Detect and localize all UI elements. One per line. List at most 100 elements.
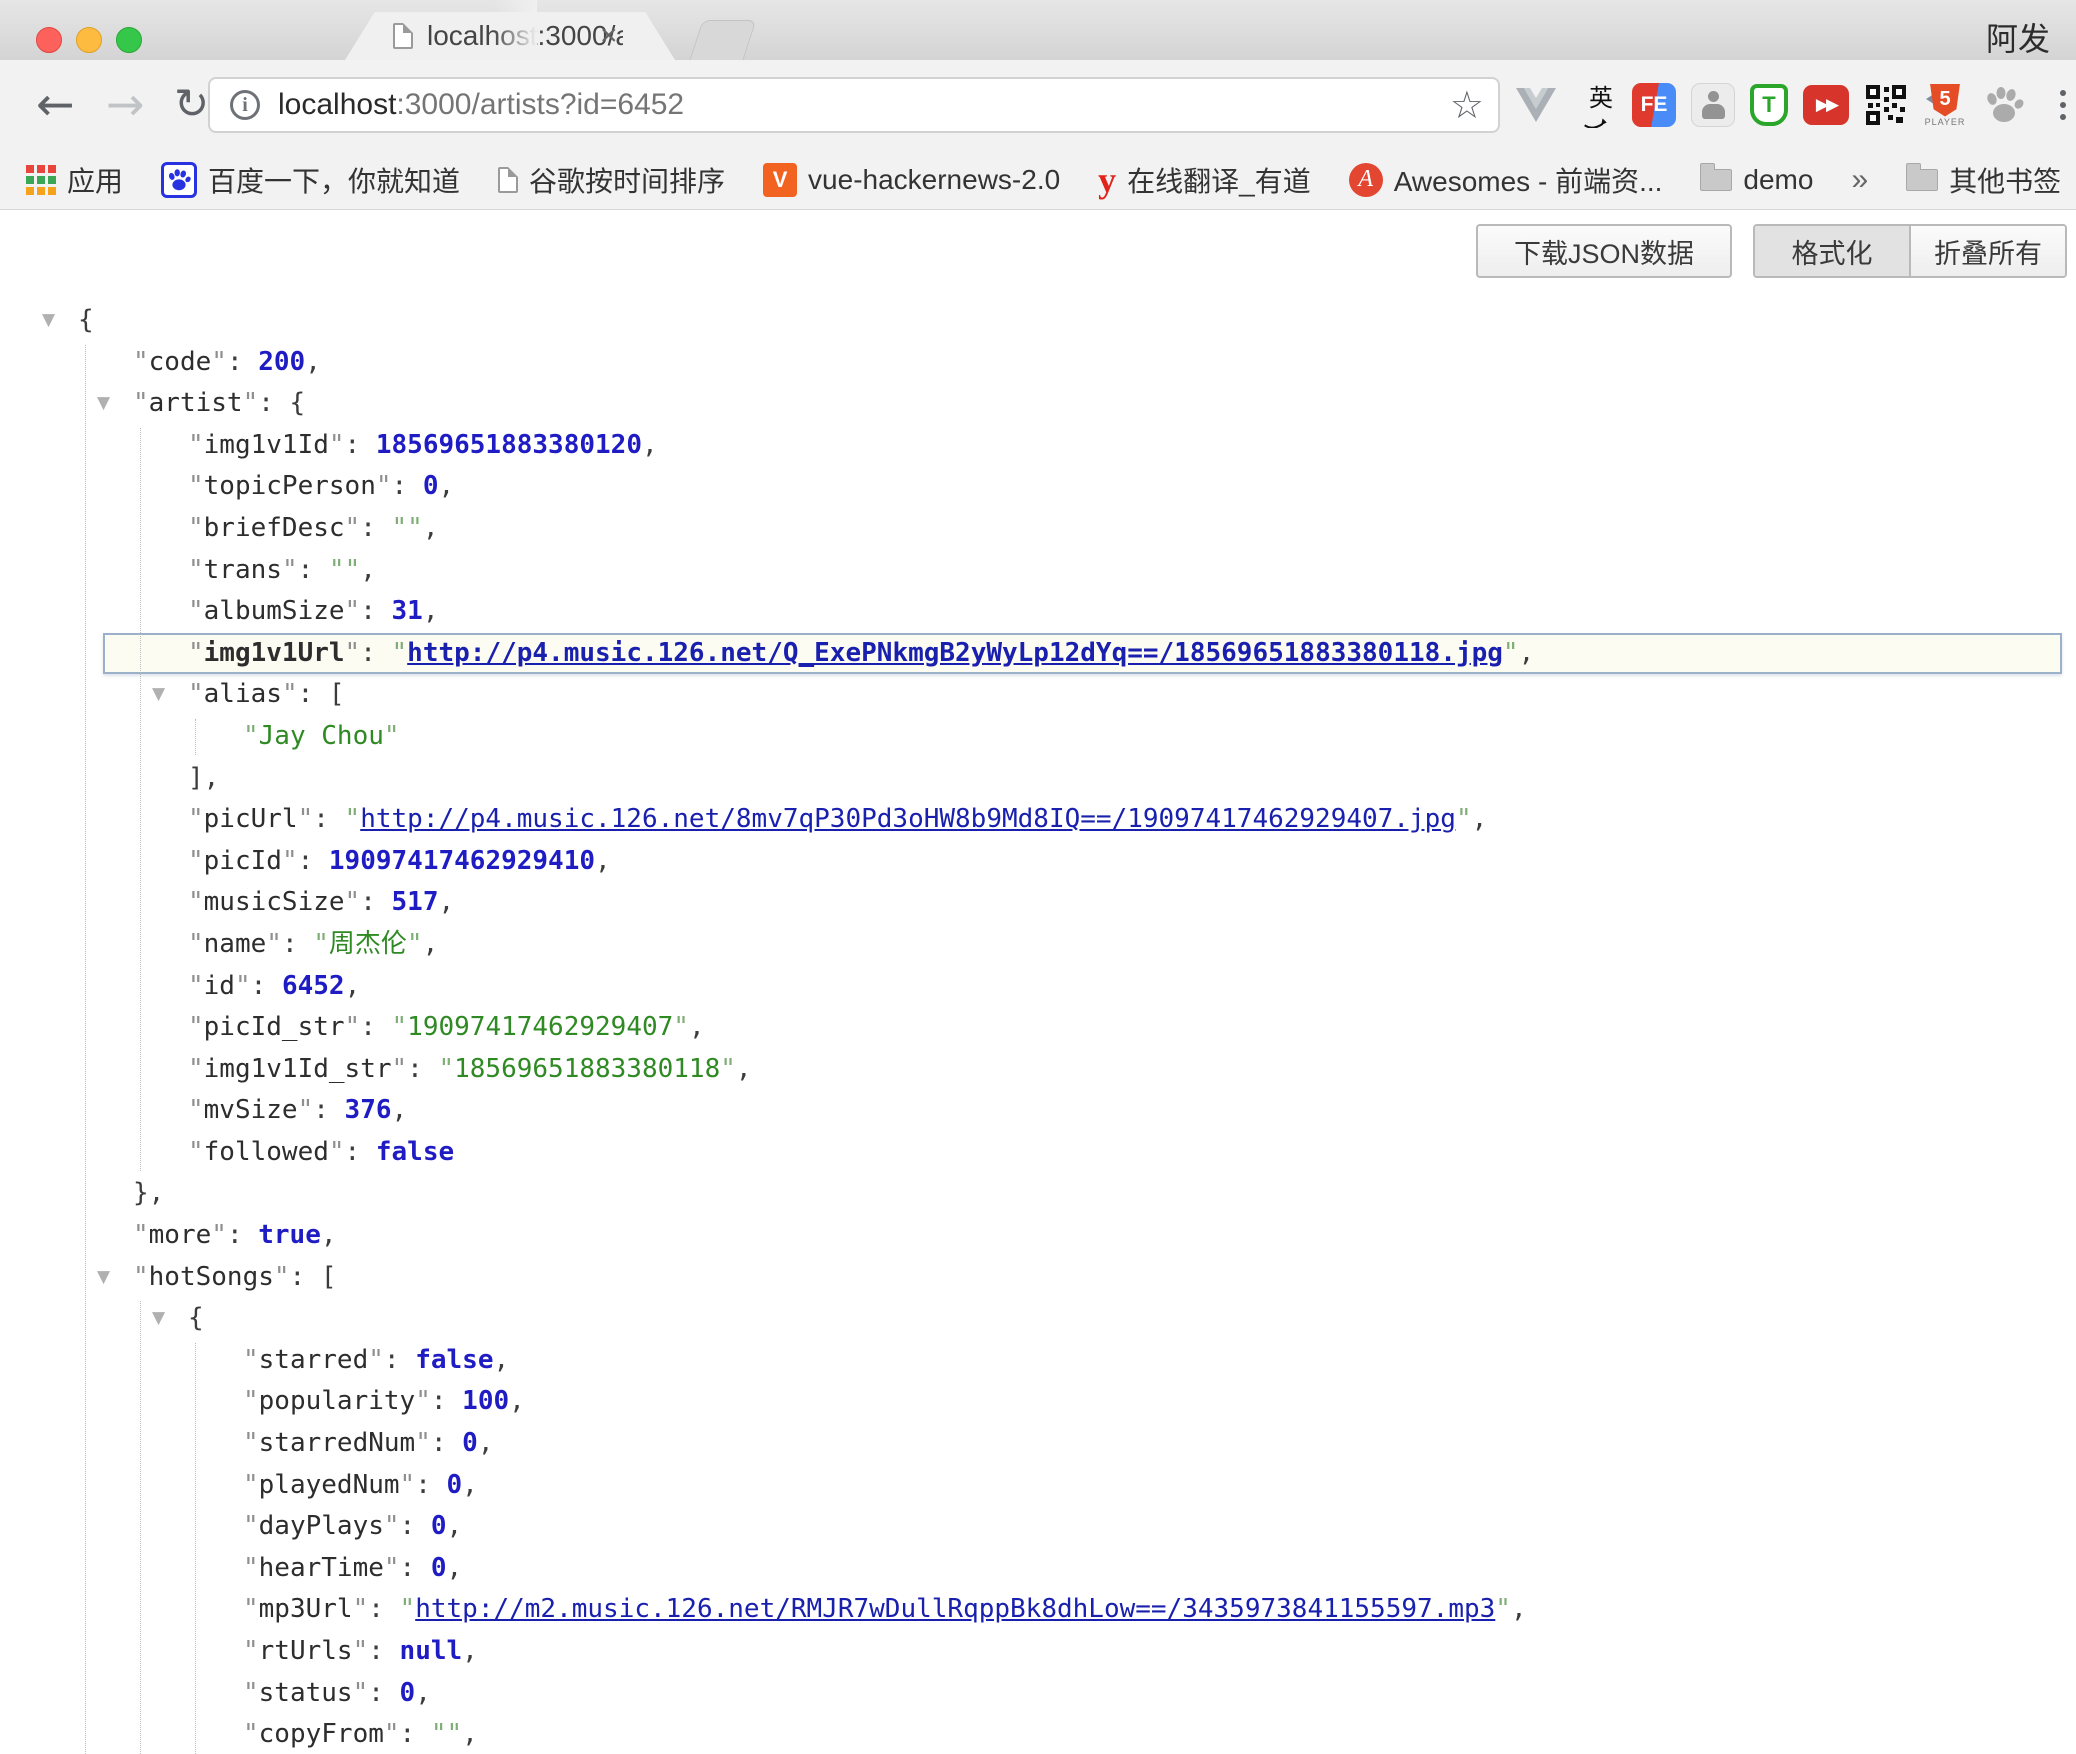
translate-icon[interactable]: 英 xyxy=(1573,82,1617,128)
url-text: localhost:3000/artists?id=6452 xyxy=(278,88,684,122)
indent-guide-line xyxy=(195,719,196,755)
bookmark-label: 应用 xyxy=(67,160,123,200)
bookmark-label: 其他书签 xyxy=(1949,160,2061,200)
json-line: "code": 200, xyxy=(0,342,2076,384)
json-line: ▼"alias": [ xyxy=(0,674,2076,716)
json-line: "img1v1Id_str": "18569651883380118", xyxy=(0,1049,2076,1091)
site-info-icon[interactable]: i xyxy=(230,90,260,120)
awesomes-icon: A xyxy=(1349,163,1383,197)
json-line: "starred": false, xyxy=(0,1340,2076,1382)
indent-guide-line xyxy=(195,1343,196,1754)
json-line: "id": 6452, xyxy=(0,966,2076,1008)
bookmark-label: demo xyxy=(1743,164,1813,196)
title-bar: localhost:3000/artists?id=645 × 阿发 xyxy=(0,0,2076,60)
json-line: "Jay Chou" xyxy=(0,716,2076,758)
fe-helper-icon[interactable]: FE xyxy=(1632,83,1676,127)
bookmark-google-sort[interactable]: 谷歌按时间排序 xyxy=(498,160,725,200)
tab-title-fade xyxy=(493,0,537,48)
bookmark-label: Awesomes - 前端资... xyxy=(1394,160,1663,200)
bookmark-label: 百度一下，你就知道 xyxy=(208,160,460,200)
browser-menu-icon[interactable] xyxy=(2041,82,2076,128)
extension-row: 英 FE T ▶▶ xyxy=(1514,60,2076,150)
indent-guide-line xyxy=(140,1301,141,1754)
url-host: localhost xyxy=(278,88,396,121)
bookmark-baidu[interactable]: 百度一下，你就知道 xyxy=(161,160,460,200)
json-line: "dayPlays": 0, xyxy=(0,1506,2076,1548)
collapse-arrow-icon[interactable]: ▼ xyxy=(42,300,55,342)
url-bar[interactable]: i localhost:3000/artists?id=6452 ☆ xyxy=(208,77,1500,133)
json-url-link[interactable]: http://p4.music.126.net/Q_ExePNkmgB2yWyL… xyxy=(407,638,1503,668)
page-icon xyxy=(498,167,518,193)
baidu-paw-icon xyxy=(161,162,197,198)
json-line: "albumSize": 31, xyxy=(0,591,2076,633)
bookmark-awesomes[interactable]: A Awesomes - 前端资... xyxy=(1349,160,1663,200)
reload-button[interactable]: ↻ xyxy=(174,60,209,150)
json-line: "more": true, xyxy=(0,1215,2076,1257)
bookmark-other-folder[interactable]: 其他书签 xyxy=(1906,160,2061,200)
collapse-arrow-icon[interactable]: ▼ xyxy=(152,674,165,716)
json-line: "popularity": 100, xyxy=(0,1381,2076,1423)
url-path: :3000/artists?id=6452 xyxy=(396,88,684,121)
youdao-icon: y xyxy=(1098,165,1116,195)
bookmark-folder-demo[interactable]: demo xyxy=(1700,164,1813,196)
collapse-arrow-icon[interactable]: ▼ xyxy=(97,1257,110,1299)
indent-guide-line xyxy=(140,428,141,1171)
bookmark-label: vue-hackernews-2.0 xyxy=(808,164,1060,196)
bookmark-label: 在线翻译_有道 xyxy=(1127,160,1311,200)
bookmark-youdao[interactable]: y 在线翻译_有道 xyxy=(1098,160,1311,200)
bookmark-vue-hackernews[interactable]: V vue-hackernews-2.0 xyxy=(763,163,1060,197)
json-line: "mp3Url": "http://m2.music.126.net/RMJR7… xyxy=(0,1589,2076,1631)
json-line: "mvSize": 376, xyxy=(0,1090,2076,1132)
profile-name[interactable]: 阿发 xyxy=(1986,14,2050,60)
apps-grid-icon xyxy=(26,165,56,195)
json-line: "img1v1Id": 18569651883380120, xyxy=(0,425,2076,467)
html5-player-icon[interactable]: 5 PLAYER xyxy=(1923,82,1967,128)
vue-devtools-icon[interactable] xyxy=(1514,82,1558,128)
back-button[interactable]: ← xyxy=(36,60,75,150)
person-icon[interactable] xyxy=(1691,83,1735,127)
json-viewer: ▼{"code": 200,▼"artist": {"img1v1Id": 18… xyxy=(0,210,2076,1754)
json-line: "starredNum": 0, xyxy=(0,1423,2076,1465)
video-player-icon[interactable]: ▶▶ xyxy=(1803,85,1849,125)
json-url-link[interactable]: http://p4.music.126.net/8mv7qP30Pd3oHW8b… xyxy=(360,804,1456,834)
tab-close-icon[interactable]: × xyxy=(600,12,618,60)
json-line: ▼{ xyxy=(0,1298,2076,1340)
json-line: "briefDesc": "", xyxy=(0,508,2076,550)
json-line: "followed": false xyxy=(0,1132,2076,1174)
collapse-arrow-icon[interactable]: ▼ xyxy=(97,383,110,425)
json-line: "hearTime": 0, xyxy=(0,1548,2076,1590)
page-content: 下载JSON数据 格式化 折叠所有 ▼{"code": 200,▼"artist… xyxy=(0,210,2076,1754)
json-line: ], xyxy=(0,758,2076,800)
json-line: "trans": "", xyxy=(0,550,2076,592)
json-line: "picUrl": "http://p4.music.126.net/8mv7q… xyxy=(0,799,2076,841)
json-line-highlighted: "img1v1Url": "http://p4.music.126.net/Q_… xyxy=(103,633,2062,675)
json-line: "picId": 19097417462929410, xyxy=(0,841,2076,883)
indent-guide-line xyxy=(85,345,86,1754)
bookmark-star-icon[interactable]: ☆ xyxy=(1450,79,1484,131)
bookmark-label: 谷歌按时间排序 xyxy=(529,160,725,200)
forward-button[interactable]: → xyxy=(106,60,145,150)
browser-window: localhost:3000/artists?id=645 × 阿发 ← → ↻… xyxy=(0,0,2076,1754)
json-line: "topicPerson": 0, xyxy=(0,466,2076,508)
json-line: "name": "周杰伦", xyxy=(0,924,2076,966)
collapse-arrow-icon[interactable]: ▼ xyxy=(152,1298,165,1340)
paw-icon[interactable] xyxy=(1982,82,2026,128)
new-tab-button[interactable] xyxy=(690,20,757,60)
json-line: "picId_str": "19097417462929407", xyxy=(0,1007,2076,1049)
json-line: ▼{ xyxy=(0,300,2076,342)
json-line: "status": 0, xyxy=(0,1673,2076,1715)
qr-code-icon[interactable] xyxy=(1864,82,1908,128)
tampermonkey-icon[interactable]: T xyxy=(1750,84,1788,126)
bookmark-apps[interactable]: 应用 xyxy=(26,160,123,200)
json-url-link[interactable]: http://m2.music.126.net/RMJR7wDullRqppBk… xyxy=(415,1594,1495,1624)
json-line: "rtUrls": null, xyxy=(0,1631,2076,1673)
toolbar: ← → ↻ i localhost:3000/artists?id=6452 ☆… xyxy=(0,60,2076,150)
folder-icon xyxy=(1906,169,1938,191)
json-line: "playedNum": 0, xyxy=(0,1465,2076,1507)
vue-icon: V xyxy=(763,163,797,197)
window-fullscreen-icon[interactable] xyxy=(116,27,142,53)
json-line: "copyFrom": "", xyxy=(0,1714,2076,1754)
bookmarks-overflow-chevron[interactable]: » xyxy=(1851,163,1868,197)
window-close-icon[interactable] xyxy=(36,27,62,53)
window-minimize-icon[interactable] xyxy=(76,27,102,53)
